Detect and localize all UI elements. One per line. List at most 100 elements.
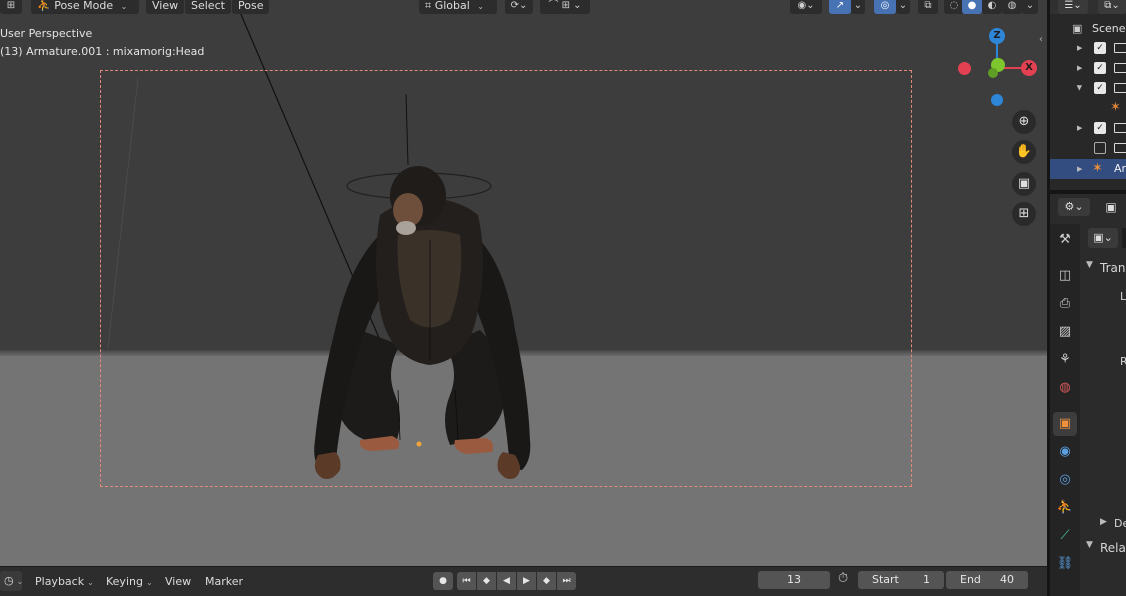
end-value: 40 [1000, 573, 1014, 586]
filter-icon[interactable]: ⧉⌄ [1098, 0, 1126, 14]
record-icon[interactable]: ● [433, 572, 453, 590]
mode-label: Pose Mode [54, 0, 114, 12]
outliner-collection-row[interactable]: ▶ ✓ [1050, 58, 1126, 78]
bone-constraint-tab-icon[interactable]: ⛓ [1053, 552, 1077, 576]
next-keyframe-icon[interactable]: ◆ [537, 572, 556, 590]
menu-view[interactable]: View [146, 0, 185, 14]
solid-shading-icon[interactable]: ● [962, 0, 982, 14]
play-icon[interactable]: ▶ [517, 572, 536, 590]
modifier-tab-icon[interactable]: ◉ [1053, 440, 1077, 464]
relations-section-header[interactable]: Rela [1100, 541, 1126, 555]
selected-object-label: Ar [1114, 162, 1126, 175]
checkbox-unchecked-icon[interactable] [1094, 142, 1106, 154]
expand-arrow-icon[interactable]: ▶ [1077, 118, 1082, 138]
menu-marker[interactable]: Marker [201, 572, 247, 592]
display-mode-icon[interactable]: ☰⌄ [1058, 0, 1088, 14]
outliner-child-row[interactable]: ✶ [1050, 98, 1126, 118]
bone-tab-icon[interactable]: ⟋ [1053, 524, 1077, 548]
wireframe-shading-icon[interactable]: ◌ [944, 0, 964, 14]
chevron-down-icon[interactable]: ⌄ [896, 0, 910, 14]
collection-icon [1114, 143, 1126, 153]
material-shading-icon[interactable]: ◐ [982, 0, 1002, 14]
current-frame-field[interactable]: 13 [758, 571, 830, 589]
orientation-selector[interactable]: ⌗ Global ⌄ [419, 0, 497, 14]
grid-icon[interactable]: ⊞ [1012, 202, 1036, 226]
menu-pose[interactable]: Pose [232, 0, 270, 14]
pin-icon[interactable]: ▣ [1102, 198, 1120, 216]
overlays-toggle-icon[interactable]: ◎ [874, 0, 896, 14]
stopwatch-icon[interactable]: ⏱ [838, 571, 848, 586]
play-reverse-icon[interactable]: ◀ [497, 572, 516, 590]
properties-panel: ⚙⌄ ▣ ⚒ ◫ ⎙ ▨ ⚘ ◍ ▣ ◉ ◎ ⛹ ⟋ ⛓ ▣⌄ ▼ Trans … [1050, 194, 1126, 596]
scene-collection-icon: ▣ [1072, 22, 1083, 35]
editor-type-icon[interactable]: ⊞ [0, 0, 22, 14]
checkbox-checked-icon[interactable]: ✓ [1094, 42, 1106, 54]
transform-section-header[interactable]: Trans [1100, 261, 1126, 275]
hand-icon[interactable]: ✋ [1012, 140, 1036, 164]
render-tab-icon[interactable]: ◫ [1053, 264, 1077, 288]
outliner-collection-row[interactable] [1050, 138, 1126, 158]
gizmo-neg-x-axis[interactable] [958, 62, 971, 75]
expand-arrow-icon[interactable]: ▶ [1077, 159, 1082, 179]
editor-type-icon[interactable]: ⚙⌄ [1058, 198, 1090, 216]
checkbox-checked-icon[interactable]: ✓ [1094, 82, 1106, 94]
checkbox-checked-icon[interactable]: ✓ [1094, 62, 1106, 74]
output-tab-icon[interactable]: ⎙ [1053, 292, 1077, 316]
chevron-down-icon[interactable]: ⌄ [851, 0, 865, 14]
expand-arrow-icon[interactable]: ▶ [1077, 38, 1082, 58]
menu-playback[interactable]: Playback ⌄ [31, 572, 98, 592]
view-layer-tab-icon[interactable]: ▨ [1053, 320, 1077, 344]
end-frame-field[interactable]: End 40 [946, 571, 1028, 589]
jump-end-icon[interactable]: ⏭ [557, 572, 576, 590]
timeline-header: ◷ ⌄ Playback ⌄ Keying ⌄ View Marker ● ⏮ ◆ ◀… [0, 566, 1047, 596]
menu-keying[interactable]: Keying ⌄ [102, 572, 157, 592]
gizmo-z-axis[interactable]: Z [989, 28, 1005, 44]
editor-type-icon[interactable]: ◷ ⌄ [0, 571, 23, 591]
collapse-arrow-icon[interactable]: ▼ [1086, 540, 1093, 550]
collapse-arrow-icon[interactable]: ▼ [1086, 260, 1093, 270]
outliner-scene-row[interactable]: ▣ Scene [1050, 19, 1126, 39]
object-selector[interactable]: ▣⌄ [1088, 228, 1118, 248]
armature-data-tab-icon[interactable]: ⛹ [1053, 496, 1077, 520]
menu-view[interactable]: View [161, 572, 195, 592]
physics-tab-icon[interactable]: ◎ [1053, 468, 1077, 492]
outliner-collection-row[interactable]: ▶ ✓ [1050, 118, 1126, 138]
chevron-down-icon[interactable]: ⌄ [1022, 0, 1038, 14]
collapse-arrow-icon[interactable]: ▶ [1070, 85, 1090, 90]
snap-icon[interactable]: ⌒ ⊞ ⌄ [540, 0, 590, 14]
visibility-icon[interactable]: ◉⌄ [790, 0, 822, 14]
tool-tab-icon[interactable]: ⚒ [1053, 228, 1077, 252]
camera-icon[interactable]: ▣ [1012, 172, 1036, 196]
object-tab-icon[interactable]: ▣ [1053, 412, 1077, 436]
playback-label: Playback [35, 575, 85, 588]
scene-label: Scene [1092, 22, 1126, 35]
start-frame-field[interactable]: Start 1 [858, 571, 944, 589]
gizmo-neg-y-axis[interactable] [988, 68, 998, 78]
pivot-point-icon[interactable]: ⟳⌄ [505, 0, 533, 14]
scene-tab-icon[interactable]: ⚘ [1053, 348, 1077, 372]
gizmo-x-axis[interactable]: X [1021, 60, 1037, 76]
checkbox-checked-icon[interactable]: ✓ [1094, 122, 1106, 134]
gizmo-neg-z-axis[interactable] [991, 94, 1003, 106]
jump-start-icon[interactable]: ⏮ [457, 572, 476, 590]
start-label: Start [872, 573, 899, 586]
expand-arrow-icon[interactable]: ▶ [1100, 517, 1107, 527]
outliner-header: ☰⌄ ⧉⌄ [1050, 0, 1126, 14]
outliner-collection-row[interactable]: ▶ ✓ [1050, 38, 1126, 58]
3d-viewport[interactable]: ⊞ ⛹ Pose Mode ⌄ View Select Pose ⌗ Globa… [0, 0, 1047, 566]
delta-transform-header[interactable]: De [1114, 517, 1126, 530]
expand-arrow-icon[interactable]: ▶ [1077, 58, 1082, 78]
outliner-selected-row[interactable]: ▶ ✶ Ar [1050, 159, 1126, 179]
menu-select[interactable]: Select [185, 0, 231, 14]
rendered-shading-icon[interactable]: ◍ [1002, 0, 1022, 14]
sidebar-toggle-icon[interactable]: ‹ [1039, 34, 1043, 45]
prev-keyframe-icon[interactable]: ◆ [477, 572, 496, 590]
xray-toggle-icon[interactable]: ⧉ [918, 0, 938, 14]
gizmo-toggle-icon[interactable]: ↗ [829, 0, 851, 14]
object-name-field[interactable] [1122, 228, 1126, 248]
location-label: L [1120, 290, 1126, 303]
zoom-icon[interactable]: ⊕ [1012, 110, 1036, 134]
outliner-collection-row[interactable]: ▶ ✓ [1050, 78, 1126, 98]
mode-selector[interactable]: ⛹ Pose Mode ⌄ [31, 0, 139, 14]
world-tab-icon[interactable]: ◍ [1053, 376, 1077, 400]
